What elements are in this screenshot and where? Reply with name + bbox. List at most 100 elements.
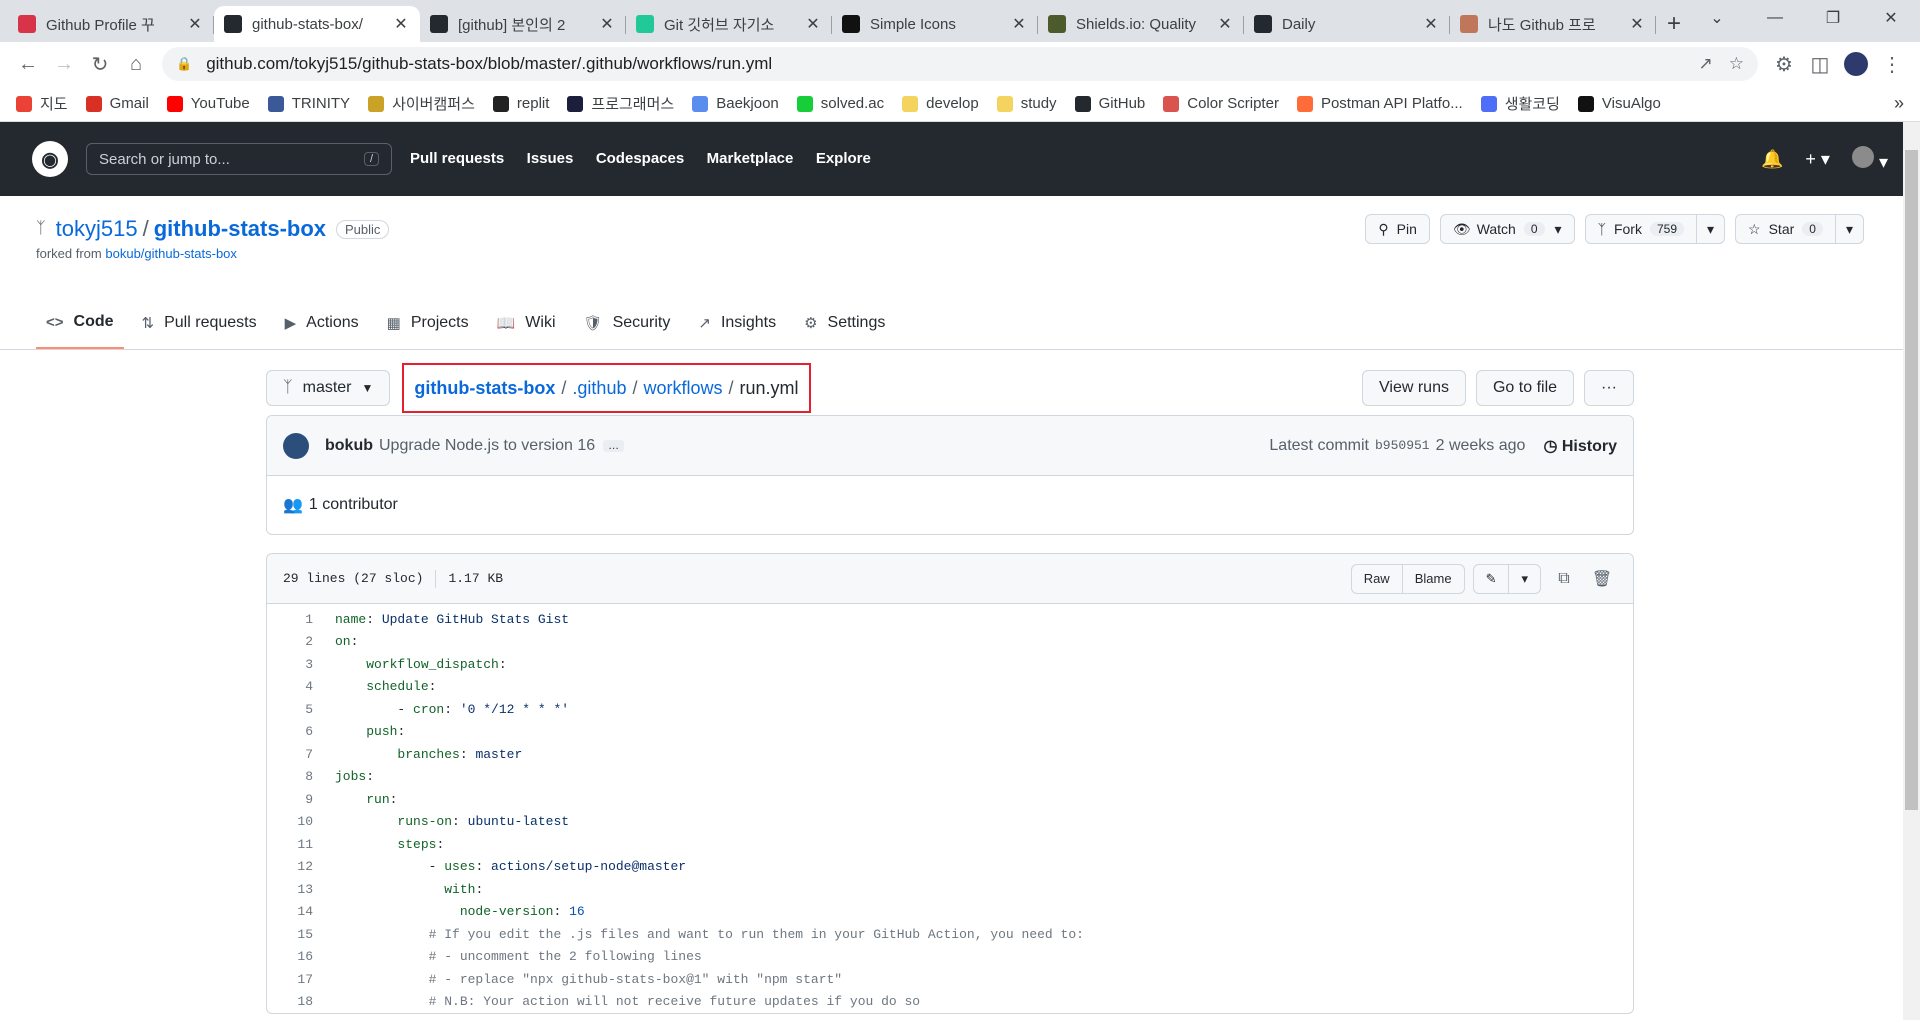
- close-icon[interactable]: ✕: [1628, 14, 1646, 34]
- github-logo-icon[interactable]: ◉: [32, 141, 68, 177]
- breadcrumb-workflows-link[interactable]: workflows: [643, 378, 722, 399]
- commit-message[interactable]: Upgrade Node.js to version 16: [379, 437, 595, 455]
- commit-expand-button[interactable]: …: [603, 439, 625, 452]
- nav-explore[interactable]: Explore: [816, 150, 871, 167]
- line-number[interactable]: 4: [267, 679, 325, 694]
- blame-button[interactable]: Blame: [1402, 563, 1465, 594]
- bookmark-item[interactable]: 사이버캠퍼스: [368, 93, 475, 114]
- bookmark-item[interactable]: Color Scripter: [1163, 95, 1279, 112]
- fork-dropdown-button[interactable]: ▾: [1697, 214, 1726, 244]
- raw-button[interactable]: Raw: [1350, 563, 1403, 594]
- bookmark-item[interactable]: Gmail: [85, 95, 149, 112]
- nav-codespaces[interactable]: Codespaces: [596, 150, 684, 167]
- commit-sha-link[interactable]: b950951: [1375, 438, 1430, 453]
- close-icon[interactable]: ✕: [804, 14, 822, 34]
- browser-tab[interactable]: Git 깃허브 자기소 ✕: [626, 6, 832, 42]
- line-number[interactable]: 17: [267, 972, 325, 987]
- address-bar[interactable]: 🔒 github.com/tokyj515/github-stats-box/b…: [162, 47, 1758, 81]
- close-icon[interactable]: ✕: [186, 14, 204, 34]
- commit-author-avatar[interactable]: [283, 432, 309, 459]
- line-number[interactable]: 1: [267, 612, 325, 627]
- home-icon[interactable]: ⌂: [118, 46, 154, 82]
- line-number[interactable]: 12: [267, 859, 325, 874]
- line-number[interactable]: 14: [267, 904, 325, 919]
- close-icon[interactable]: ✕: [1422, 14, 1440, 34]
- line-number[interactable]: 2: [267, 634, 325, 649]
- profile-avatar[interactable]: [1838, 46, 1874, 82]
- branch-select-button[interactable]: ᛉ master ▼: [266, 370, 391, 406]
- browser-tab[interactable]: Simple Icons ✕: [832, 6, 1038, 42]
- repo-owner-link[interactable]: tokyj515: [56, 216, 138, 242]
- extensions-icon[interactable]: ⚙: [1766, 46, 1802, 82]
- create-new-plus-icon[interactable]: + ▾: [1805, 149, 1830, 170]
- bookmark-item[interactable]: 지도: [16, 93, 68, 114]
- bookmark-item[interactable]: 프로그래머스: [567, 93, 674, 114]
- bookmark-item[interactable]: GitHub: [1074, 95, 1145, 112]
- tab-projects[interactable]: ▦ Projects: [377, 313, 479, 349]
- tab-code[interactable]: <> Code: [36, 313, 124, 349]
- close-window-icon[interactable]: ✕: [1862, 0, 1920, 36]
- line-number[interactable]: 10: [267, 814, 325, 829]
- browser-tab[interactable]: Shields.io: Quality ✕: [1038, 6, 1244, 42]
- close-icon[interactable]: ✕: [1010, 14, 1028, 34]
- more-options-button[interactable]: ···: [1584, 370, 1634, 406]
- close-icon[interactable]: ✕: [392, 14, 410, 34]
- side-panel-icon[interactable]: ◫: [1802, 46, 1838, 82]
- restore-icon[interactable]: ❐: [1804, 0, 1862, 36]
- star-button[interactable]: ☆ Star 0: [1735, 214, 1836, 244]
- breadcrumb-github-link[interactable]: .github: [572, 378, 626, 399]
- bookmark-item[interactable]: develop: [902, 95, 979, 112]
- close-icon[interactable]: ✕: [1216, 14, 1234, 34]
- tab-search-chevron-icon[interactable]: ⌄: [1688, 0, 1746, 36]
- history-link[interactable]: ◷ History: [1543, 436, 1617, 456]
- forward-icon[interactable]: →: [46, 46, 82, 82]
- search-input[interactable]: Search or jump to... /: [86, 143, 392, 175]
- lock-icon[interactable]: 🔒: [176, 56, 192, 72]
- bookmark-item[interactable]: Postman API Platfo...: [1296, 95, 1463, 112]
- line-number[interactable]: 15: [267, 927, 325, 942]
- browser-tab[interactable]: github-stats-box/ ✕: [214, 6, 420, 42]
- line-number[interactable]: 11: [267, 837, 325, 852]
- bookmark-item[interactable]: 생활코딩: [1480, 93, 1560, 114]
- line-number[interactable]: 6: [267, 724, 325, 739]
- bookmarks-overflow-icon[interactable]: »: [1894, 93, 1904, 114]
- bookmark-item[interactable]: replit: [492, 95, 549, 112]
- view-runs-button[interactable]: View runs: [1362, 370, 1466, 406]
- line-number[interactable]: 18: [267, 994, 325, 1009]
- edit-pencil-icon[interactable]: ✎: [1472, 563, 1510, 594]
- bookmark-item[interactable]: TRINITY: [267, 95, 350, 112]
- reload-icon[interactable]: ↻: [82, 46, 118, 82]
- share-icon[interactable]: ↗: [1699, 54, 1713, 74]
- back-icon[interactable]: ←: [10, 46, 46, 82]
- line-number[interactable]: 9: [267, 792, 325, 807]
- notification-bell-icon[interactable]: 🔔: [1761, 149, 1783, 170]
- tab-security[interactable]: 🛡 Security: [574, 313, 681, 349]
- user-menu[interactable]: ▾: [1851, 145, 1888, 173]
- scrollbar-thumb[interactable]: [1905, 150, 1918, 810]
- pin-button[interactable]: ⚲ Pin: [1365, 214, 1430, 244]
- browser-tab[interactable]: Github Profile 꾸 ✕: [8, 6, 214, 42]
- commit-author[interactable]: bokub: [325, 437, 373, 455]
- fork-button[interactable]: ᛉ Fork 759: [1584, 214, 1697, 244]
- forked-from-link[interactable]: bokub/github-stats-box: [105, 246, 237, 261]
- browser-tab[interactable]: Daily ✕: [1244, 6, 1450, 42]
- watch-button[interactable]: 👁 Watch 0 ▾: [1439, 214, 1575, 244]
- tab-settings[interactable]: ⚙ Settings: [794, 313, 895, 349]
- contributors-row[interactable]: 👥 1 contributor: [267, 476, 1633, 534]
- nav-marketplace[interactable]: Marketplace: [707, 150, 794, 167]
- bookmark-item[interactable]: VisuAlgo: [1577, 95, 1661, 112]
- minimize-icon[interactable]: —: [1746, 0, 1804, 36]
- breadcrumb-repo-link[interactable]: github-stats-box: [414, 378, 555, 399]
- bookmark-item[interactable]: YouTube: [166, 95, 250, 112]
- line-number[interactable]: 13: [267, 882, 325, 897]
- tab-pull-requests[interactable]: ⇅ Pull requests: [132, 313, 267, 349]
- nav-issues[interactable]: Issues: [527, 150, 574, 167]
- page-scrollbar[interactable]: [1903, 122, 1920, 1020]
- line-number[interactable]: 8: [267, 769, 325, 784]
- go-to-file-button[interactable]: Go to file: [1475, 370, 1575, 406]
- line-number[interactable]: 16: [267, 949, 325, 964]
- nav-pull-requests[interactable]: Pull requests: [410, 150, 504, 167]
- line-number[interactable]: 5: [267, 702, 325, 717]
- edit-dropdown-button[interactable]: ▾: [1509, 563, 1541, 594]
- trash-icon[interactable]: 🗑: [1587, 564, 1617, 594]
